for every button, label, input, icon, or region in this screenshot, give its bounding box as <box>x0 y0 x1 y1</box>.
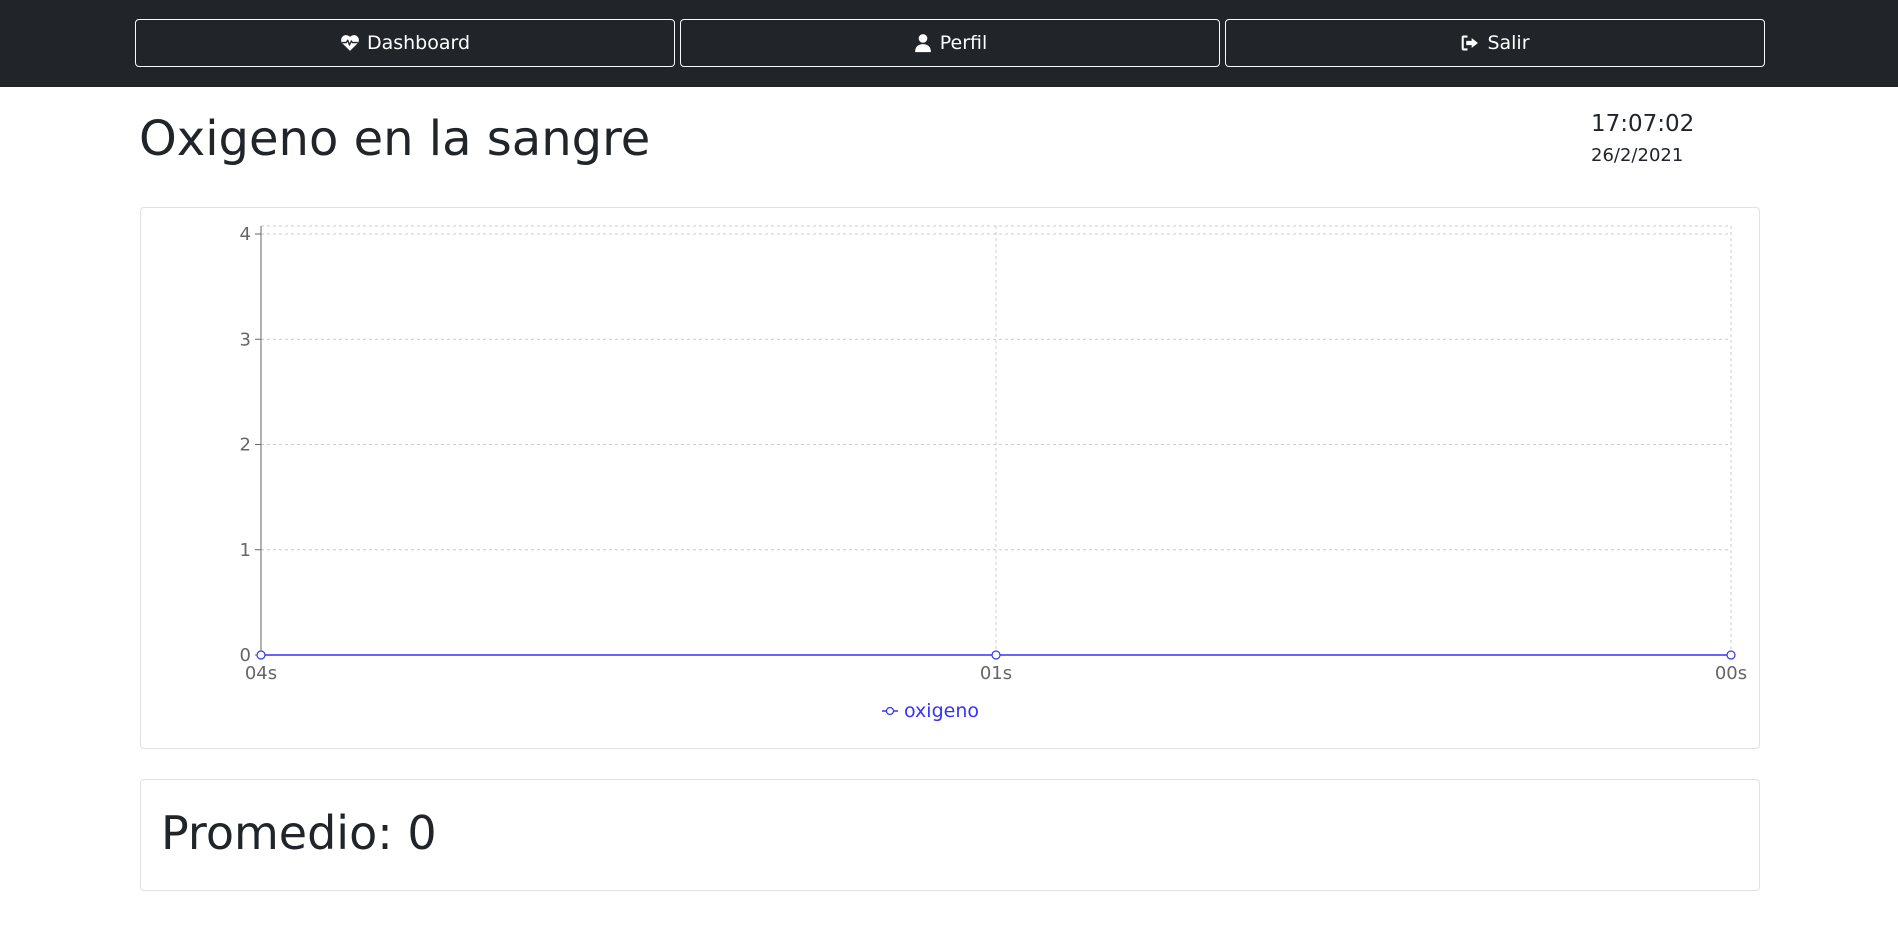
y-tick-label: 2 <box>240 435 251 456</box>
average-value: Promedio: 0 <box>161 806 437 860</box>
data-point <box>991 650 1001 660</box>
legend-marker-point <box>885 706 895 716</box>
x-tick-label: 00s <box>1715 663 1747 684</box>
top-navbar: Dashboard Perfil Salir <box>0 0 1898 87</box>
salir-button-label: Salir <box>1487 32 1530 54</box>
heartbeat-icon <box>341 35 359 51</box>
y-tick-label: 4 <box>240 224 251 245</box>
average-card: Promedio: 0 <box>140 779 1760 891</box>
chart-card: 0 1 2 3 4 04s 01s 00s oxigeno <box>140 207 1760 749</box>
sign-out-icon <box>1462 35 1479 51</box>
perfil-button[interactable]: Perfil <box>680 19 1220 67</box>
dashboard-button-label: Dashboard <box>366 32 471 54</box>
oxygen-line-chart: 0123404s 01s 00soxigeno <box>240 224 1748 722</box>
clock-date: 26/2/2021 <box>1591 145 1684 166</box>
data-point <box>256 650 266 660</box>
x-tick-label: 01s <box>980 663 1012 684</box>
data-point <box>1726 650 1736 660</box>
legend-label: oxigeno <box>904 700 979 722</box>
dashboard-button[interactable]: Dashboard <box>135 19 675 67</box>
salir-button[interactable]: Salir <box>1225 19 1765 67</box>
y-tick-label: 3 <box>240 329 251 350</box>
user-icon <box>914 34 931 53</box>
clock-time: 17:07:02 <box>1591 111 1695 137</box>
x-tick-label: 04s <box>245 663 277 684</box>
y-tick-label: 1 <box>240 540 251 561</box>
page-title: Oxigeno en la sangre <box>139 111 651 167</box>
perfil-button-label: Perfil <box>939 32 988 54</box>
